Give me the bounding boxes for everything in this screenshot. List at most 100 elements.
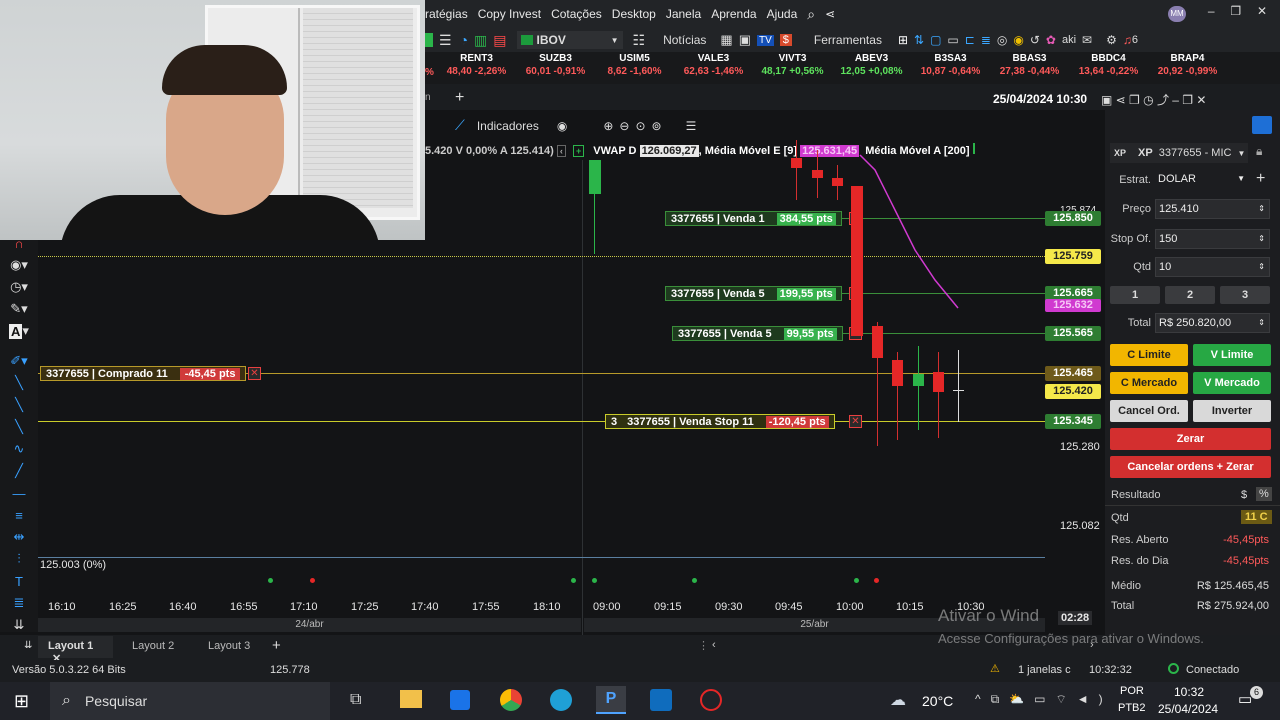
account-select[interactable]: XP XP 3377655 - MIC ▼ xyxy=(1110,143,1248,163)
file-explorer-icon[interactable] xyxy=(400,690,422,708)
window-icon[interactable]: ▭ xyxy=(947,33,958,47)
zoom-fit-icon[interactable]: ⊙ xyxy=(635,119,645,133)
fibonacci-tool-icon[interactable]: ⫶ xyxy=(0,548,38,570)
ticker-item[interactable]: B3SA3 10,87 -0,64% xyxy=(911,52,990,84)
qtd-input[interactable]: 10 ⇕ xyxy=(1155,257,1270,277)
panel-toggle-icon[interactable] xyxy=(1252,116,1272,134)
ticker-item[interactable]: USIM5 8,62 -1,60% xyxy=(595,52,674,84)
percent-toggle[interactable]: % xyxy=(1256,487,1272,501)
hline-tool-icon[interactable]: — xyxy=(0,482,38,504)
grid-icon[interactable]: ⊞ xyxy=(898,33,908,47)
tab-layout-3[interactable]: Layout 3 xyxy=(208,640,250,652)
taskbar-search[interactable]: ⌕ Pesquisar xyxy=(50,682,330,720)
currency-toggle[interactable]: $ xyxy=(1241,489,1247,501)
trend-tool-icon[interactable]: ╱ xyxy=(0,460,38,482)
invert-button[interactable]: Inverter xyxy=(1193,400,1271,422)
store-icon[interactable] xyxy=(450,690,470,710)
range-tool-icon[interactable]: ⇹ xyxy=(0,526,38,548)
news-button[interactable]: Notícias xyxy=(663,33,706,47)
menu-item-ajuda[interactable]: Ajuda xyxy=(767,7,798,21)
zero-position-button[interactable]: Zerar xyxy=(1110,428,1271,450)
qty-preset-1[interactable]: 1 xyxy=(1110,286,1160,304)
order-label-venda5a[interactable]: 3377655 | Venda 5 199,55 pts xyxy=(665,286,842,301)
eye-icon[interactable]: ◉ xyxy=(557,119,567,133)
panel-icon[interactable]: ▢ xyxy=(930,33,941,47)
outlook-icon[interactable] xyxy=(650,689,672,711)
buy-market-button[interactable]: C Mercado xyxy=(1110,372,1188,394)
channel-tool-icon[interactable]: ≡ xyxy=(0,504,38,526)
order-label-venda1[interactable]: 3377655 | Venda 1 384,55 pts xyxy=(665,211,842,226)
bell-icon[interactable]: ♫ xyxy=(1123,33,1132,47)
lock-icon[interactable]: 🔒︎ xyxy=(1256,144,1262,159)
expand-icon[interactable]: + xyxy=(572,145,585,157)
ticker-item[interactable]: BBAS3 27,38 -0,44% xyxy=(990,52,1069,84)
share-icon[interactable]: ⋖ xyxy=(825,7,835,21)
ticker-item[interactable]: ABEV3 12,05 +0,08% xyxy=(832,52,911,84)
people-icon[interactable]: ✿ xyxy=(1046,33,1056,47)
tv-icon[interactable]: TV xyxy=(757,34,774,46)
expand-sidebar-icon[interactable]: ⇊ xyxy=(0,614,38,636)
avatar[interactable]: MM xyxy=(1168,6,1186,22)
settings-sliders-icon[interactable]: ☰ xyxy=(686,119,697,133)
menu-item-desktop[interactable]: Desktop xyxy=(612,7,656,21)
menu-item-aprenda[interactable]: Aprenda xyxy=(711,7,756,21)
indicators-button[interactable]: Indicadores xyxy=(477,119,539,133)
line-tool-icon[interactable]: ╲ xyxy=(0,372,38,394)
order-label-venda5b[interactable]: 3377655 | Venda 5 99,55 pts xyxy=(672,326,843,341)
tree-icon[interactable]: ⊏ xyxy=(965,33,975,47)
tab-layout-2[interactable]: Layout 2 xyxy=(132,640,174,652)
eye-tool-icon[interactable]: ◉▾ xyxy=(0,254,38,276)
cancel-orders-button[interactable]: Cancel Ord. xyxy=(1110,400,1188,422)
close-position-icon[interactable]: ✕ xyxy=(248,367,261,380)
bars-icon[interactable]: ▥ xyxy=(474,32,487,49)
qty-preset-3[interactable]: 3 xyxy=(1220,286,1270,304)
collapse-tabs-icon[interactable]: ⇊ xyxy=(24,640,32,651)
ray-tool-icon[interactable]: ╲ xyxy=(0,394,38,416)
segment-tool-icon[interactable]: ╲ xyxy=(0,416,38,438)
scroll-handle-icon[interactable]: ⋮ xyxy=(698,639,709,652)
qty-preset-2[interactable]: 2 xyxy=(1165,286,1215,304)
total-input[interactable]: R$ 250.820,00 ⇕ xyxy=(1155,313,1270,333)
warning-icon[interactable]: ⚠ xyxy=(990,662,1000,675)
history-icon[interactable]: ↺ xyxy=(1030,33,1040,47)
list-tool-icon[interactable]: ≣ xyxy=(0,592,38,614)
preco-input[interactable]: 125.410 ⇕ xyxy=(1155,199,1270,219)
edge-icon[interactable] xyxy=(550,689,572,711)
windows-start-icon[interactable]: ⊞ xyxy=(14,691,29,712)
menu-item-estrategias[interactable]: ratégias xyxy=(425,7,468,21)
temperature[interactable]: 20°C xyxy=(922,693,953,709)
zoom-in-icon[interactable]: ⊕ xyxy=(603,119,613,133)
add-layout-icon[interactable]: + xyxy=(272,637,281,654)
close-icon[interactable]: ✕ xyxy=(1257,4,1267,24)
estrat-select[interactable]: DOLAR ▼ xyxy=(1155,170,1249,190)
list-icon[interactable]: ☰ xyxy=(439,32,452,49)
scroll-left-icon[interactable]: ‹ xyxy=(712,639,716,651)
ticker-item[interactable]: VIVT3 48,17 +0,56% xyxy=(753,52,832,84)
play-icon[interactable]: ◉ xyxy=(1013,33,1023,47)
sort-icon[interactable]: ⇅ xyxy=(914,33,924,47)
clock-time[interactable]: 10:32 xyxy=(1174,685,1204,699)
zoom-reset-icon[interactable]: ⊚ xyxy=(652,119,662,133)
language[interactable]: POR xyxy=(1120,685,1144,697)
zoom-out-icon[interactable]: ⊖ xyxy=(619,119,629,133)
text-tool-icon[interactable]: A ▾ xyxy=(0,320,38,342)
news-icon[interactable]: ▦ xyxy=(720,32,732,48)
ticker-item[interactable]: BRAP4 20,92 -0,99% xyxy=(1148,52,1227,84)
clock-date[interactable]: 25/04/2024 xyxy=(1158,702,1218,716)
sell-limit-button[interactable]: V Limite xyxy=(1193,344,1271,366)
dollar-icon[interactable]: $ xyxy=(779,34,792,46)
tab-layout-1[interactable]: Layout 1 ✕ xyxy=(38,636,113,665)
wave-tool-icon[interactable]: ∿ xyxy=(0,438,38,460)
collapse-icon[interactable]: ‹ xyxy=(556,145,566,157)
ticker-item[interactable]: VALE3 62,63 -1,46% xyxy=(674,52,753,84)
task-view-icon[interactable]: ⧉ xyxy=(350,691,361,709)
timer-tool-icon[interactable]: ◷▾ xyxy=(0,276,38,298)
cancel-stop-icon[interactable]: ✕ xyxy=(849,415,862,428)
layout-icon[interactable] xyxy=(425,33,433,47)
buy-limit-button[interactable]: C Limite xyxy=(1110,344,1188,366)
stop-input[interactable]: 150 ⇕ xyxy=(1155,229,1270,249)
calendar-icon[interactable]: ▣ xyxy=(739,32,751,48)
aki-button[interactable]: aki xyxy=(1062,34,1076,46)
pen-tool-icon[interactable]: ✐▾ xyxy=(0,350,38,372)
profit-app-icon[interactable]: P xyxy=(596,686,626,714)
